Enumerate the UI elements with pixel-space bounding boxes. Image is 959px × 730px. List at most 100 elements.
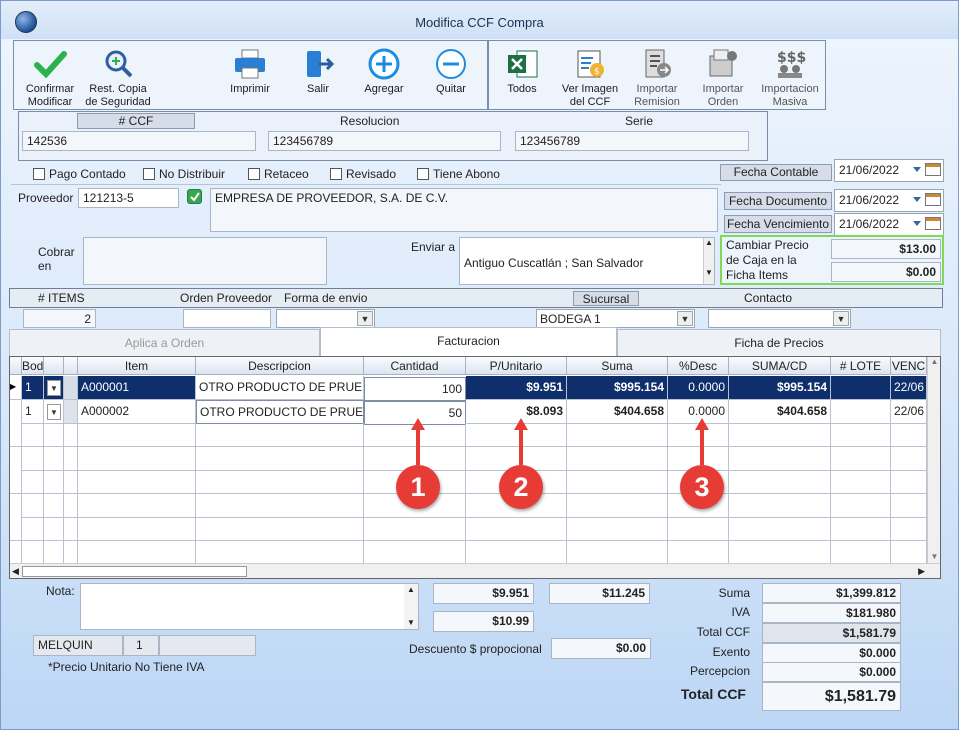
checkbox-pago-contado[interactable]: Pago Contado [33,167,126,181]
forma-envio-select[interactable]: ▼ [276,309,375,328]
row-indicator[interactable] [10,399,22,424]
cell-b[interactable] [64,540,78,565]
cell-venc[interactable] [891,517,927,541]
serie-field[interactable]: 123456789 [515,131,749,151]
col-blank[interactable] [64,357,78,375]
cell-b[interactable] [64,423,78,447]
import-remision-button[interactable]: Importar Remision [627,48,687,109]
remove-button[interactable]: Quitar [424,48,478,96]
col-venc[interactable]: VENC [891,357,927,375]
proveedor-name-field[interactable]: EMPRESA DE PROVEEDOR, S.A. DE C.V. [210,188,718,232]
cell-sumacd[interactable] [729,470,831,494]
ccf-field[interactable]: 142536 [22,131,256,151]
col-suma[interactable]: Suma [567,357,668,375]
restore-backup-button[interactable]: Rest. Copia de Seguridad [83,48,153,109]
orden-proveedor-field[interactable] [183,309,271,328]
cell-sumacd[interactable] [729,493,831,518]
cell-suma[interactable] [567,493,668,518]
cell-suma[interactable] [567,540,668,565]
cell-bodega[interactable] [22,517,44,541]
cell-dd[interactable] [44,493,64,518]
checkbox-tiene-abono[interactable]: Tiene Abono [417,167,500,181]
cell-b[interactable] [64,493,78,518]
cell-cant[interactable] [364,540,466,565]
view-image-button[interactable]: $ Ver Imagen del CCF [559,48,621,109]
cell-sumacd[interactable] [729,446,831,471]
row-indicator[interactable] [10,540,22,565]
cell-venc[interactable] [891,540,927,565]
cell-sumacd[interactable]: $995.154 [729,376,831,400]
cell-suma[interactable] [567,517,668,541]
cell-pu[interactable] [466,540,567,565]
cell-lote[interactable] [831,423,891,447]
cell-dd[interactable] [44,423,64,447]
row-indicator[interactable] [10,470,22,494]
cell-venc[interactable] [891,470,927,494]
checkbox-revisado[interactable]: Revisado [330,167,396,181]
cell-b[interactable] [64,470,78,494]
cell-cant[interactable]: 100 [364,377,466,401]
cell-suma[interactable] [567,470,668,494]
cell-desc[interactable] [196,540,364,565]
nota-scrollbar[interactable]: ▲ ▼ [404,584,418,629]
cell-suma[interactable]: $404.658 [567,399,668,424]
precio-caja-value2[interactable]: $0.00 [831,262,941,282]
cell-lote[interactable] [831,399,891,424]
cobrar-field[interactable] [83,237,327,285]
cell-desc[interactable] [196,470,364,494]
import-order-button[interactable]: Importar Orden [693,48,753,109]
col-desc[interactable]: %Desc [668,357,729,375]
col-bodega[interactable]: Bodeg [22,357,44,375]
cell-bodega[interactable] [22,446,44,471]
col-dropdown[interactable] [44,357,64,375]
cell-cant[interactable] [364,517,466,541]
cell-item[interactable] [78,493,196,518]
print-button[interactable]: Imprimir [223,48,277,96]
cell-suma[interactable]: $995.154 [567,376,668,400]
cell-item[interactable] [78,446,196,471]
grid-hscrollbar[interactable]: ◀ ▶ [10,563,940,578]
fecha-documento-picker[interactable]: 21/06/2022 [834,189,944,212]
cell-bodega[interactable] [22,493,44,518]
resolucion-field[interactable]: 123456789 [268,131,501,151]
cell-venc[interactable] [891,493,927,518]
cell-item[interactable] [78,423,196,447]
mass-import-button[interactable]: $$$ Importacion Masiva [757,48,823,109]
add-button[interactable]: Agregar [357,48,411,96]
cell-lote[interactable] [831,540,891,565]
confirm-button[interactable]: Confirmar Modificar [19,48,81,109]
cell-desc[interactable] [196,517,364,541]
cell-dd[interactable]: ▼ [44,376,64,400]
checkbox-retaceo[interactable]: Retaceo [248,167,309,181]
cell-item[interactable] [78,540,196,565]
cell-bodega[interactable]: 1 [22,399,44,424]
tab-aplica-orden[interactable]: Aplica a Orden [9,329,320,356]
cell-venc[interactable]: 22/06 [891,399,927,424]
cell-desc[interactable] [196,423,364,447]
col-cantidad[interactable]: Cantidad [364,357,466,375]
cell-sumacd[interactable] [729,423,831,447]
cell-suma[interactable] [567,423,668,447]
cell-desc[interactable] [196,446,364,471]
cell-bodega[interactable] [22,470,44,494]
row-indicator[interactable]: ▶ [10,376,22,400]
enviar-scrollbar[interactable]: ▲ ▼ [703,238,714,284]
cell-lote[interactable] [831,517,891,541]
cell-lote[interactable] [831,493,891,518]
enviar-field[interactable]: Antiguo Cuscatlán ; San Salvador [459,237,715,285]
items-grid[interactable]: Bodeg Item Descripcion Cantidad P/Unitar… [9,356,941,579]
sucursal-select[interactable]: BODEGA 1 ▼ [536,309,695,328]
cell-bodega[interactable]: 1 [22,376,44,400]
cell-venc[interactable] [891,446,927,471]
nota-field[interactable] [80,583,419,630]
cell-lote[interactable] [831,470,891,494]
cell-lote[interactable] [831,376,891,400]
cell-item[interactable] [78,470,196,494]
cell-b[interactable] [64,517,78,541]
tab-ficha-precios[interactable]: Ficha de Precios [617,329,941,356]
precio-caja-value1[interactable]: $13.00 [831,239,941,259]
col-sumacd[interactable]: SUMA/CD [729,357,831,375]
cell-pu[interactable] [466,517,567,541]
row-indicator[interactable] [10,423,22,447]
cell-bodega[interactable] [22,423,44,447]
